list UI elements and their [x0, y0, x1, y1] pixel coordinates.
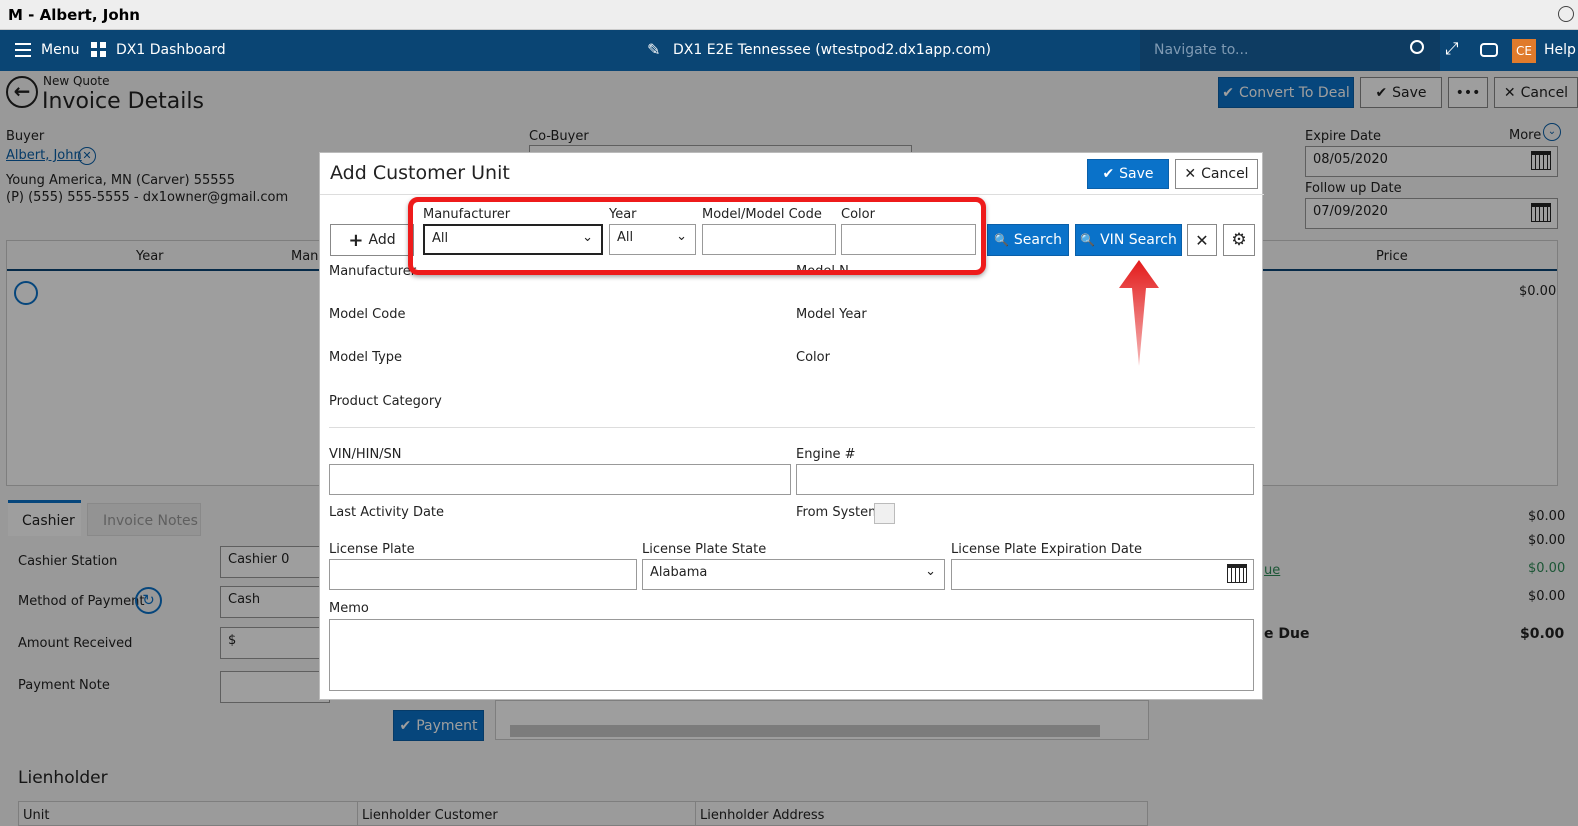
detail-manufacturer-label: Manufacturer [329, 264, 417, 279]
navigate-input[interactable]: Navigate to... [1140, 30, 1440, 71]
search-icon: 🔍 [993, 233, 1009, 247]
dialog-save-button[interactable]: ✔ Save [1087, 159, 1169, 189]
check-icon: ✔ [1102, 166, 1115, 182]
search-button[interactable]: 🔍 Search [987, 224, 1069, 256]
close-icon: ✕ [1184, 166, 1197, 182]
add-unit-button[interactable]: + Add [330, 224, 414, 256]
detail-model-type-label: Model Type [329, 350, 403, 365]
search-icon[interactable] [1410, 40, 1424, 54]
from-system-label: From System [796, 505, 881, 520]
chevron-down-icon: ⌄ [925, 564, 936, 579]
detail-product-category-label: Product Category [329, 394, 442, 409]
plate-label: License Plate [329, 542, 415, 557]
plate-state-select[interactable]: Alabama ⌄ [642, 559, 945, 590]
hamburger-icon[interactable] [15, 43, 31, 57]
site-name: DX1 E2E Tennessee (wtestpod2.dx1app.com) [673, 42, 991, 58]
section-divider [329, 427, 1255, 428]
vin-label: VIN/HIN/SN [329, 447, 402, 462]
detail-model-code-label: Model Code [329, 307, 406, 322]
dialog-cancel-button[interactable]: ✕ Cancel [1175, 159, 1258, 189]
last-activity-label: Last Activity Date [329, 505, 445, 520]
dashboard-link[interactable]: DX1 Dashboard [116, 42, 226, 58]
top-navigation: Menu DX1 Dashboard ✎ DX1 E2E Tennessee (… [0, 30, 1578, 71]
menu-link[interactable]: Menu [41, 42, 79, 58]
user-avatar[interactable]: CE [1512, 39, 1536, 63]
chat-icon[interactable] [1480, 43, 1498, 57]
detail-color-label: Color [796, 350, 830, 365]
from-system-checkbox[interactable] [874, 503, 895, 524]
red-arrow-icon [1119, 260, 1159, 366]
gear-icon: ⚙ [1231, 230, 1247, 250]
detail-model-year-label: Model Year [796, 307, 867, 322]
plate-input[interactable] [329, 559, 637, 590]
pencil-icon[interactable]: ✎ [647, 40, 660, 59]
expand-icon[interactable]: ⤢ [1445, 39, 1459, 59]
clear-filters-button[interactable]: ✕ [1187, 224, 1217, 256]
vin-search-button[interactable]: 🔍 VIN Search [1075, 224, 1182, 256]
plate-state-label: License Plate State [642, 542, 767, 557]
plate-exp-label: License Plate Expiration Date [951, 542, 1142, 557]
window-titlebar: M - Albert, John [0, 0, 1578, 30]
engine-label: Engine # [796, 447, 856, 462]
settings-button[interactable]: ⚙ [1223, 224, 1255, 256]
engine-input[interactable] [796, 464, 1254, 495]
memo-textarea[interactable] [329, 619, 1254, 691]
help-link[interactable]: Help [1544, 42, 1576, 58]
plus-icon: + [348, 229, 364, 251]
highlight-box [408, 197, 986, 275]
close-icon: ✕ [1195, 230, 1209, 250]
dialog-title: Add Customer Unit [330, 162, 510, 184]
search-icon: 🔍 [1080, 233, 1096, 247]
grid-icon [91, 42, 106, 57]
vin-input[interactable] [329, 464, 791, 495]
calendar-icon[interactable] [1227, 564, 1247, 583]
plate-exp-input[interactable] [951, 559, 1254, 590]
memo-label: Memo [329, 601, 369, 616]
window-title: M - Albert, John [8, 6, 140, 24]
close-window-icon[interactable] [1558, 6, 1574, 22]
dialog-header: Add Customer Unit ✔ Save ✕ Cancel [320, 153, 1264, 195]
